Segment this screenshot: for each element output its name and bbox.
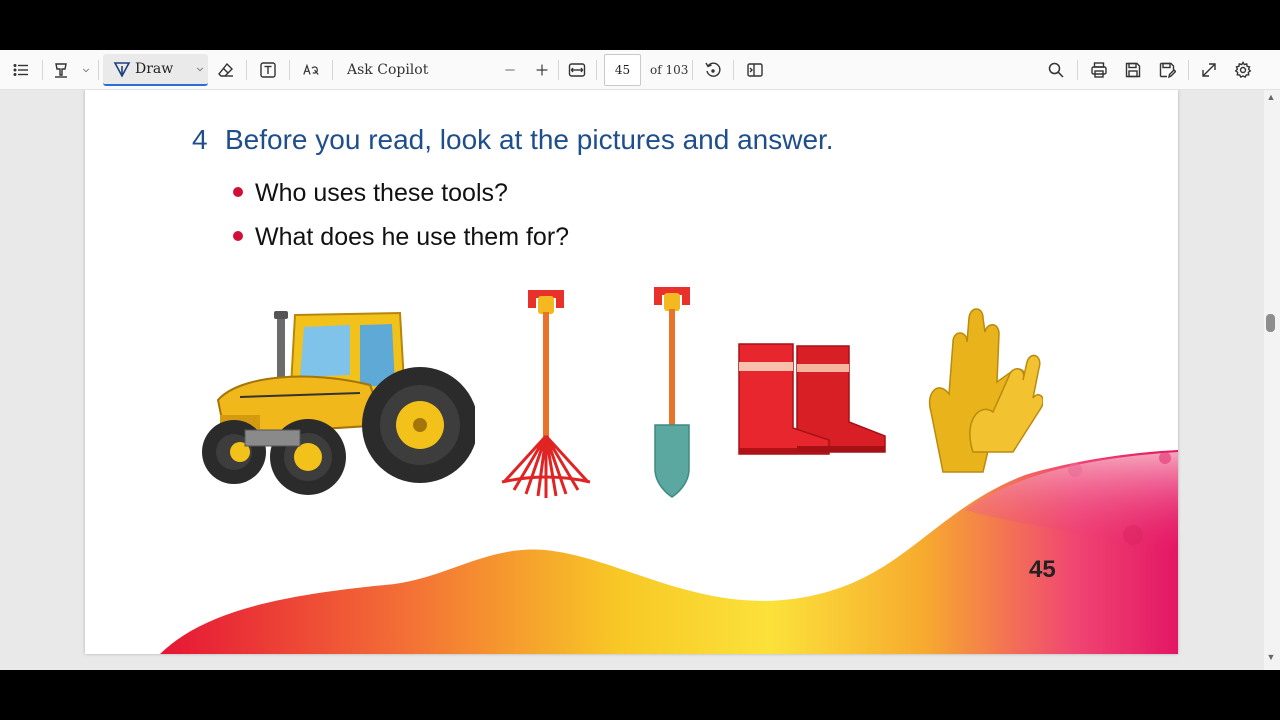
shovel-illustration	[654, 287, 690, 498]
work-gloves-illustration	[928, 308, 1043, 473]
settings-gear-icon[interactable]	[1232, 50, 1254, 90]
zoom-in-icon[interactable]	[532, 50, 552, 90]
rake-illustration	[501, 290, 591, 498]
scrollbar-thumb[interactable]	[1266, 314, 1275, 332]
exercise-number: 4	[192, 124, 208, 155]
toolbar-divider	[733, 60, 734, 80]
bullet-dot	[233, 187, 243, 197]
document-viewer[interactable]: 4 Before you read, look at the pictures …	[0, 90, 1280, 670]
draw-label: Draw	[135, 61, 174, 77]
highlight-icon[interactable]	[50, 50, 72, 90]
toolbar-divider	[558, 60, 559, 80]
tractor-illustration	[202, 311, 475, 495]
search-icon[interactable]	[1045, 50, 1067, 90]
toolbar-divider	[98, 60, 99, 80]
zoom-out-icon[interactable]	[500, 50, 520, 90]
question-2: What does he use them for?	[255, 223, 570, 251]
toolbar-divider	[692, 60, 693, 80]
page-number-input[interactable]	[604, 54, 641, 86]
add-text-icon[interactable]	[257, 50, 279, 90]
toolbar-divider	[42, 60, 43, 80]
toolbar-divider	[1077, 60, 1078, 80]
page-view-icon[interactable]	[744, 50, 766, 90]
rotate-icon[interactable]	[702, 50, 724, 90]
read-aloud-icon[interactable]	[299, 50, 323, 90]
scroll-up-arrow-icon[interactable]: ▲	[1266, 92, 1276, 102]
contents-icon[interactable]	[8, 50, 34, 90]
scroll-down-arrow-icon[interactable]: ▼	[1266, 652, 1276, 662]
bullet-dot	[233, 231, 243, 241]
draw-pen-icon	[113, 53, 131, 85]
toolbar-divider	[246, 60, 247, 80]
fit-to-width-icon[interactable]	[566, 50, 588, 90]
toolbar-divider	[1188, 60, 1189, 80]
page-number-label: 45	[1029, 556, 1056, 583]
open-external-icon[interactable]	[1198, 50, 1220, 90]
eraser-icon[interactable]	[215, 50, 237, 90]
save-as-icon[interactable]	[1156, 50, 1178, 90]
print-icon[interactable]	[1088, 50, 1110, 90]
save-icon[interactable]	[1122, 50, 1144, 90]
question-1: Who uses these tools?	[255, 179, 508, 207]
highlight-options-chevron-icon[interactable]	[79, 50, 93, 90]
vertical-scrollbar[interactable]	[1264, 90, 1280, 670]
pdf-toolbar: Draw Ask Copilot of 103	[0, 50, 1280, 90]
total-pages-label: of 103	[650, 63, 689, 77]
draw-options-chevron-icon[interactable]	[195, 53, 205, 85]
exercise-title: Before you read, look at the pictures an…	[225, 124, 834, 155]
toolbar-divider	[289, 60, 290, 80]
toolbar-divider	[332, 60, 333, 80]
draw-button[interactable]: Draw	[103, 54, 208, 86]
toolbar-divider	[596, 60, 597, 80]
rubber-boots-illustration	[738, 343, 886, 455]
ask-copilot-button[interactable]: Ask Copilot	[347, 50, 428, 90]
pdf-page: 4 Before you read, look at the pictures …	[85, 90, 1178, 654]
